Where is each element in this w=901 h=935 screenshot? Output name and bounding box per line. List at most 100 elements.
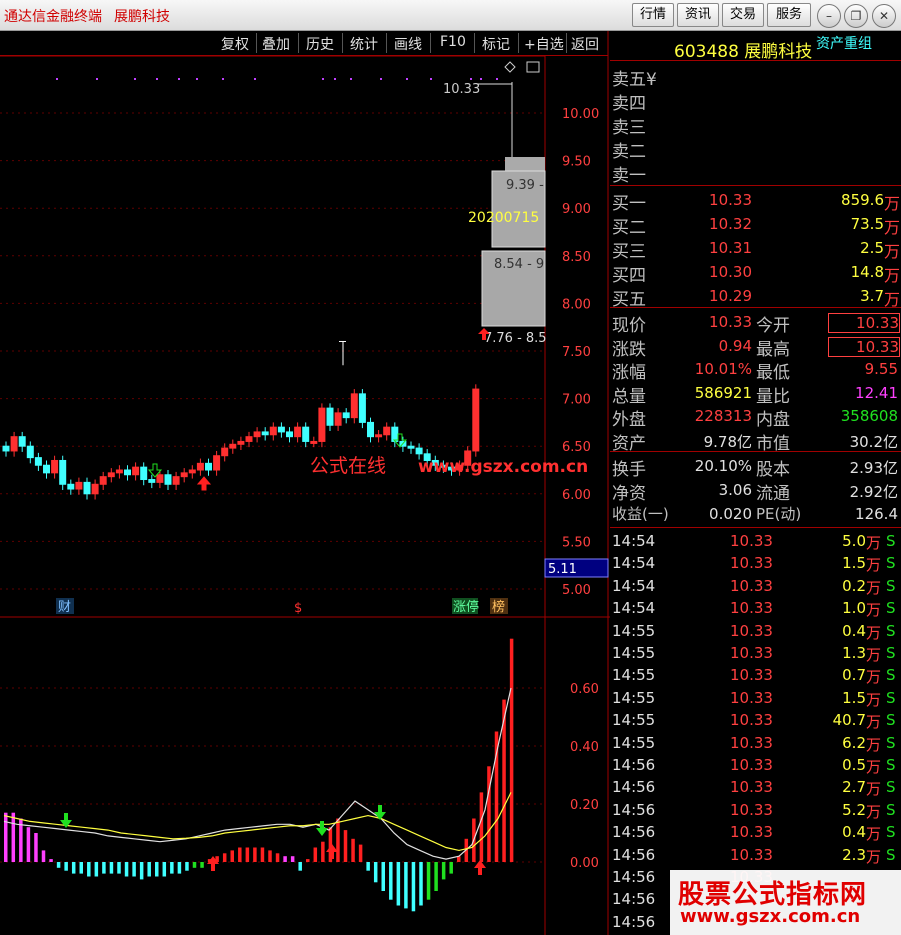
date-label: 20200715 <box>468 210 539 226</box>
tick-side: S <box>886 644 896 662</box>
tick-time: 14:54 <box>612 576 656 595</box>
tick-row: 14:56 10.33 2.3 万 S <box>610 846 901 868</box>
close-icon[interactable]: ✕ <box>872 4 896 28</box>
price-axis-label: 8.50 <box>562 250 591 265</box>
buy-price: 10.32 <box>709 215 752 233</box>
watermark-mid: 公式在线 <box>310 455 386 477</box>
tick-unit: 万 <box>866 713 882 732</box>
tick-time: 14:55 <box>612 644 656 662</box>
tick-unit: 万 <box>866 847 882 866</box>
event-ranking[interactable]: 榜 <box>492 599 505 615</box>
stock-code-name: 603488 展鹏科技 <box>674 42 813 62</box>
buy-volume: 859.6 <box>841 191 884 209</box>
quote-label: 收益(一) <box>612 505 669 523</box>
tick-price: 10.33 <box>730 823 773 842</box>
tick-row: 14:54 10.33 5.0 万 S <box>610 532 901 554</box>
diamond-icon[interactable] <box>504 61 516 73</box>
box2-label: 8.54 - 9 <box>494 257 544 272</box>
news-button[interactable]: 资讯 <box>677 3 719 27</box>
minimize-icon[interactable]: – <box>817 4 841 28</box>
quote-label: 内盘 <box>756 410 790 430</box>
tick-row: 14:55 10.33 1.5 万 S <box>610 689 901 711</box>
cursor-price: 5.11 <box>548 562 577 577</box>
quote-value: 586921 <box>694 383 752 402</box>
quote-label: 涨跌 <box>612 339 646 360</box>
tick-side: S <box>886 711 896 730</box>
tick-unit: 万 <box>866 556 882 575</box>
price-axis-label: 9.00 <box>562 202 591 217</box>
quote-label: 最低 <box>756 363 790 383</box>
tick-volume: 1.0 <box>842 599 866 618</box>
tick-unit: 万 <box>866 601 882 620</box>
tick-time: 14:55 <box>612 688 656 707</box>
tick-time: 14:54 <box>612 554 656 573</box>
quote-label: 股本 <box>756 460 790 480</box>
tick-price: 10.33 <box>730 733 773 752</box>
tick-side: S <box>886 823 896 842</box>
price-axis-label: 7.50 <box>562 345 591 360</box>
buy-level-label: 买三 <box>612 242 646 262</box>
tick-row: 14:56 10.33 2.7 万 S <box>610 778 901 800</box>
event-dollar[interactable]: $ <box>294 601 302 616</box>
tick-time: 14:55 <box>612 711 656 730</box>
tick-volume: 0.2 <box>842 576 866 595</box>
quote-value: 3.06 <box>718 481 752 499</box>
tick-row: 14:55 10.33 0.4 万 S <box>610 622 901 644</box>
restore-icon[interactable]: ❐ <box>844 4 868 28</box>
tick-volume: 2.3 <box>842 845 866 864</box>
tick-volume: 5.0 <box>842 532 866 550</box>
event-finance[interactable]: 财 <box>58 600 71 615</box>
quote-label: 最高 <box>756 339 790 360</box>
tick-price: 10.33 <box>730 688 773 707</box>
watermark-banner: 股票公式指标网 www.gszx.com.cn <box>670 870 901 935</box>
market-button[interactable]: 行情 <box>632 3 674 27</box>
quote-label: 市值 <box>756 433 790 454</box>
price-axis-label: 6.00 <box>562 488 591 503</box>
quote-value: 10.33 <box>709 313 752 331</box>
price-axis-label: 7.00 <box>562 393 591 408</box>
tick-volume: 0.4 <box>842 621 866 640</box>
tick-volume: 2.7 <box>842 778 866 797</box>
trade-button[interactable]: 交易 <box>722 3 764 27</box>
tick-volume: 0.7 <box>842 666 866 685</box>
tick-time: 14:56 <box>612 890 656 909</box>
buy-unit: 万 <box>884 242 901 261</box>
quote-label: 流通 <box>756 484 790 504</box>
tick-side: S <box>886 845 896 864</box>
watermark-url: www.gszx.com.cn <box>680 906 861 927</box>
quote-label: PE(动) <box>756 505 802 523</box>
tick-side: S <box>886 733 896 752</box>
tick-unit: 万 <box>866 780 882 799</box>
tick-side: S <box>886 688 896 707</box>
tick-unit: 万 <box>866 735 882 754</box>
quote-value: 10.01% <box>694 360 752 378</box>
quote-label: 换手 <box>612 460 646 480</box>
tick-time: 14:55 <box>612 621 656 640</box>
tick-price: 10.33 <box>730 644 773 662</box>
panel-toggle-icon[interactable] <box>526 61 540 73</box>
tick-row: 14:56 10.33 0.5 万 S <box>610 756 901 778</box>
tick-price: 10.33 <box>730 666 773 685</box>
price-axis-label: 9.50 <box>562 155 591 170</box>
price-axis-label: 10.00 <box>562 107 599 122</box>
buy-price: 10.29 <box>709 287 752 305</box>
service-button[interactable]: 服务 <box>767 3 811 27</box>
tick-time: 14:55 <box>612 733 656 752</box>
quote-value: 358608 <box>840 407 898 425</box>
tick-unit: 万 <box>866 623 882 642</box>
quote-value: 126.4 <box>855 505 898 523</box>
quote-label: 今开 <box>756 316 790 336</box>
event-limitup[interactable]: 涨停 <box>453 599 479 615</box>
tick-unit: 万 <box>866 668 882 687</box>
osc-axis-label: 0.20 <box>570 798 599 813</box>
sell-level-label: 卖二 <box>612 142 646 162</box>
price-axis-label: 5.00 <box>562 583 591 598</box>
quote-label: 总量 <box>612 386 646 407</box>
buy-price: 10.33 <box>709 191 752 209</box>
tick-time: 14:56 <box>612 912 656 931</box>
quote-label: 现价 <box>612 316 646 336</box>
sell-level-label: 卖五¥ <box>612 70 657 90</box>
quote-value: 9.78亿 <box>703 432 752 451</box>
buy-level-label: 买二 <box>612 218 646 238</box>
kline-chart[interactable]: 10.00 9.50 9.00 8.50 8.00 7.50 7.00 6.50 6.00 5.5… <box>0 0 610 935</box>
